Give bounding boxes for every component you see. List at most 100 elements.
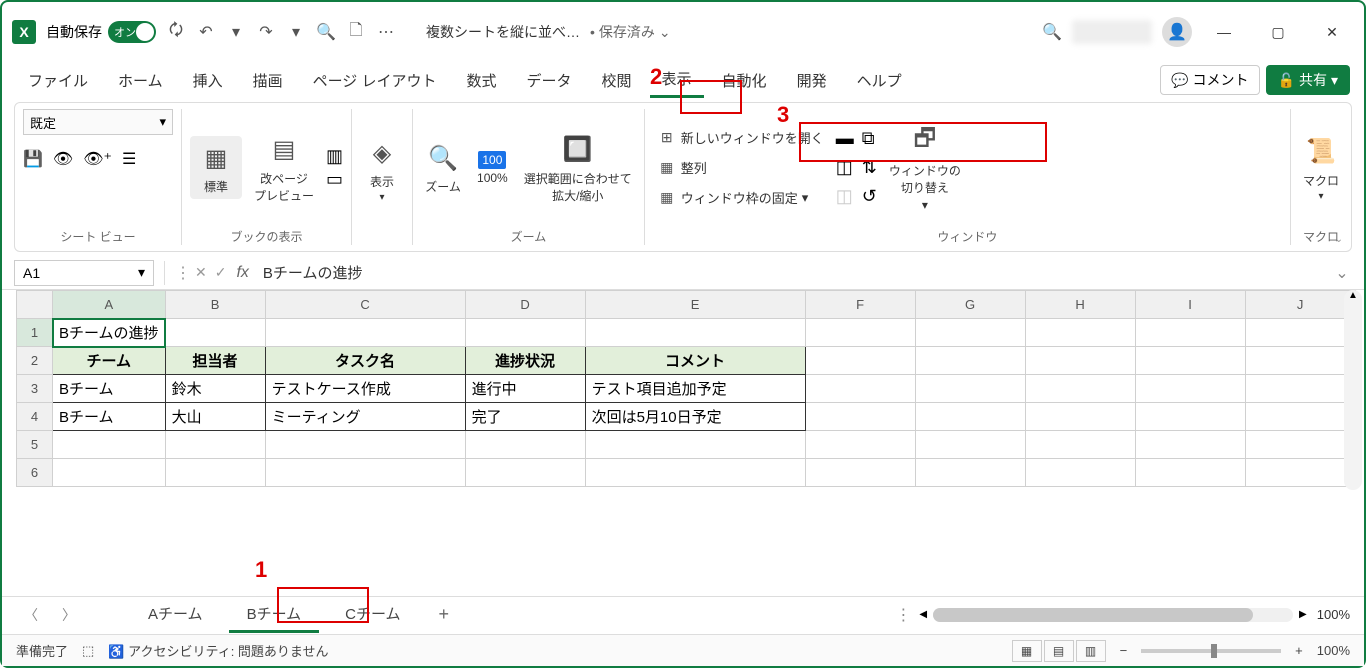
cell[interactable] <box>1245 403 1355 431</box>
name-box[interactable]: A1▾ <box>14 260 154 286</box>
zoom-slider[interactable] <box>1141 649 1281 653</box>
normal-view-icon[interactable]: ▦ <box>1012 640 1042 662</box>
cell[interactable] <box>1135 347 1245 375</box>
cell[interactable] <box>915 459 1025 487</box>
enter-icon[interactable]: ✓ <box>215 264 227 281</box>
arrange-button[interactable]: ▦整列 <box>653 156 828 180</box>
cell[interactable] <box>1245 431 1355 459</box>
tab-draw[interactable]: 描画 <box>241 64 295 97</box>
print-preview-icon[interactable]: 🔍 <box>316 22 336 42</box>
unhide-icon[interactable]: ◫ <box>836 186 854 207</box>
col-header-I[interactable]: I <box>1135 291 1245 319</box>
zoom-selection-button[interactable]: 🔲選択範囲に合わせて 拡大/縮小 <box>520 130 636 206</box>
zoom-in-button[interactable]: + <box>1295 643 1303 658</box>
cell[interactable]: Bチーム <box>53 403 166 431</box>
undo-dropdown-icon[interactable]: ▾ <box>226 22 246 42</box>
cell[interactable] <box>165 459 265 487</box>
freeze-panes-button[interactable]: ▦ウィンドウ枠の固定 ▾ <box>653 186 828 210</box>
cell[interactable] <box>265 319 465 347</box>
sheet-tab-c[interactable]: Cチーム <box>327 597 418 632</box>
cell[interactable]: タスク名 <box>265 347 465 375</box>
sheet-tab-a[interactable]: Aチーム <box>130 597 221 632</box>
cell[interactable] <box>465 319 585 347</box>
cell[interactable] <box>1135 459 1245 487</box>
cell[interactable] <box>805 375 915 403</box>
col-header-B[interactable]: B <box>165 291 265 319</box>
col-header-J[interactable]: J <box>1245 291 1355 319</box>
redo-dropdown-icon[interactable]: ▾ <box>286 22 306 42</box>
options-icon[interactable]: ☰ <box>122 149 136 169</box>
cell[interactable]: 次回は5月10日予定 <box>585 403 805 431</box>
cell[interactable] <box>165 319 265 347</box>
cell[interactable] <box>805 403 915 431</box>
cell[interactable]: Bチーム <box>53 375 166 403</box>
user-name[interactable] <box>1072 20 1152 44</box>
formula-expand-icon[interactable]: ⌄ <box>1332 263 1352 283</box>
cell[interactable] <box>465 459 585 487</box>
col-header-A[interactable]: A <box>53 291 166 319</box>
tab-help[interactable]: ヘルプ <box>845 64 914 97</box>
cell[interactable] <box>915 403 1025 431</box>
cell[interactable] <box>1245 375 1355 403</box>
macro-record-icon[interactable]: ⬚ <box>82 643 94 659</box>
cancel-icon[interactable]: ✕ <box>195 264 207 281</box>
cell[interactable] <box>805 347 915 375</box>
maximize-button[interactable]: ▢ <box>1256 14 1300 50</box>
page-layout-icon[interactable]: ▥ <box>326 146 343 167</box>
cell[interactable]: 進捗状況 <box>465 347 585 375</box>
cell[interactable]: 完了 <box>465 403 585 431</box>
tab-file[interactable]: ファイル <box>16 64 100 97</box>
minimize-button[interactable]: — <box>1202 14 1246 50</box>
tab-review[interactable]: 校閲 <box>590 64 644 97</box>
cell[interactable] <box>1135 403 1245 431</box>
col-header-C[interactable]: C <box>265 291 465 319</box>
new-view-icon[interactable]: 👁⁺ <box>83 149 112 169</box>
ribbon-collapse-icon[interactable]: ⌄ <box>1335 234 1343 245</box>
tab-automate[interactable]: 自動化 <box>710 64 779 97</box>
cell[interactable] <box>1135 375 1245 403</box>
undo-icon[interactable]: ↶ <box>196 22 216 42</box>
cells-table[interactable]: A B C D E F G H I J 1 Bチームの進捗 2 チーム 担当者 … <box>16 290 1356 487</box>
view-side-icon[interactable]: ⧉ <box>862 128 877 149</box>
tab-view[interactable]: 表示 <box>650 62 704 98</box>
fx-icon[interactable]: fx <box>236 264 248 282</box>
cell[interactable]: 進行中 <box>465 375 585 403</box>
cell[interactable] <box>1245 319 1355 347</box>
cell[interactable]: コメント <box>585 347 805 375</box>
select-all-corner[interactable] <box>17 291 53 319</box>
qat-customize-icon[interactable]: ⋯ <box>376 22 396 42</box>
cell[interactable] <box>53 459 166 487</box>
cell[interactable] <box>1245 347 1355 375</box>
sheet-options-icon[interactable]: ⋮ <box>895 605 911 625</box>
cell-A1[interactable]: Bチームの進捗 <box>53 319 166 347</box>
tab-home[interactable]: ホーム <box>106 64 175 97</box>
cell[interactable] <box>1025 431 1135 459</box>
close-button[interactable]: ✕ <box>1310 14 1354 50</box>
cell[interactable] <box>805 459 915 487</box>
page-break-button[interactable]: ▤改ページ プレビュー <box>250 130 318 206</box>
sheet-nav-prev[interactable]: 〈 <box>16 601 46 629</box>
cell[interactable] <box>1025 319 1135 347</box>
cell[interactable] <box>585 431 805 459</box>
sheet-tab-b[interactable]: Bチーム <box>229 597 320 633</box>
sheet-view-dropdown[interactable]: 既定▾ <box>23 109 173 135</box>
zoom-level[interactable]: 100% <box>1317 643 1350 658</box>
zoom-out-button[interactable]: − <box>1120 643 1128 658</box>
row-header-6[interactable]: 6 <box>17 459 53 487</box>
custom-views-icon[interactable]: ▭ <box>326 169 343 190</box>
cell[interactable] <box>1245 459 1355 487</box>
cell[interactable] <box>915 431 1025 459</box>
col-header-D[interactable]: D <box>465 291 585 319</box>
avatar[interactable]: 👤 <box>1162 17 1192 47</box>
cell[interactable]: テスト項目追加予定 <box>585 375 805 403</box>
tab-developer[interactable]: 開発 <box>785 64 839 97</box>
search-icon[interactable]: 🔍 <box>1042 22 1062 42</box>
cell[interactable] <box>1025 347 1135 375</box>
row-header-4[interactable]: 4 <box>17 403 53 431</box>
cell[interactable]: 大山 <box>165 403 265 431</box>
split-icon[interactable]: ▬ <box>836 128 854 149</box>
dots-icon[interactable]: ⋮ <box>175 263 191 283</box>
cell[interactable]: ミーティング <box>265 403 465 431</box>
cell[interactable] <box>1025 403 1135 431</box>
cell[interactable]: 鈴木 <box>165 375 265 403</box>
